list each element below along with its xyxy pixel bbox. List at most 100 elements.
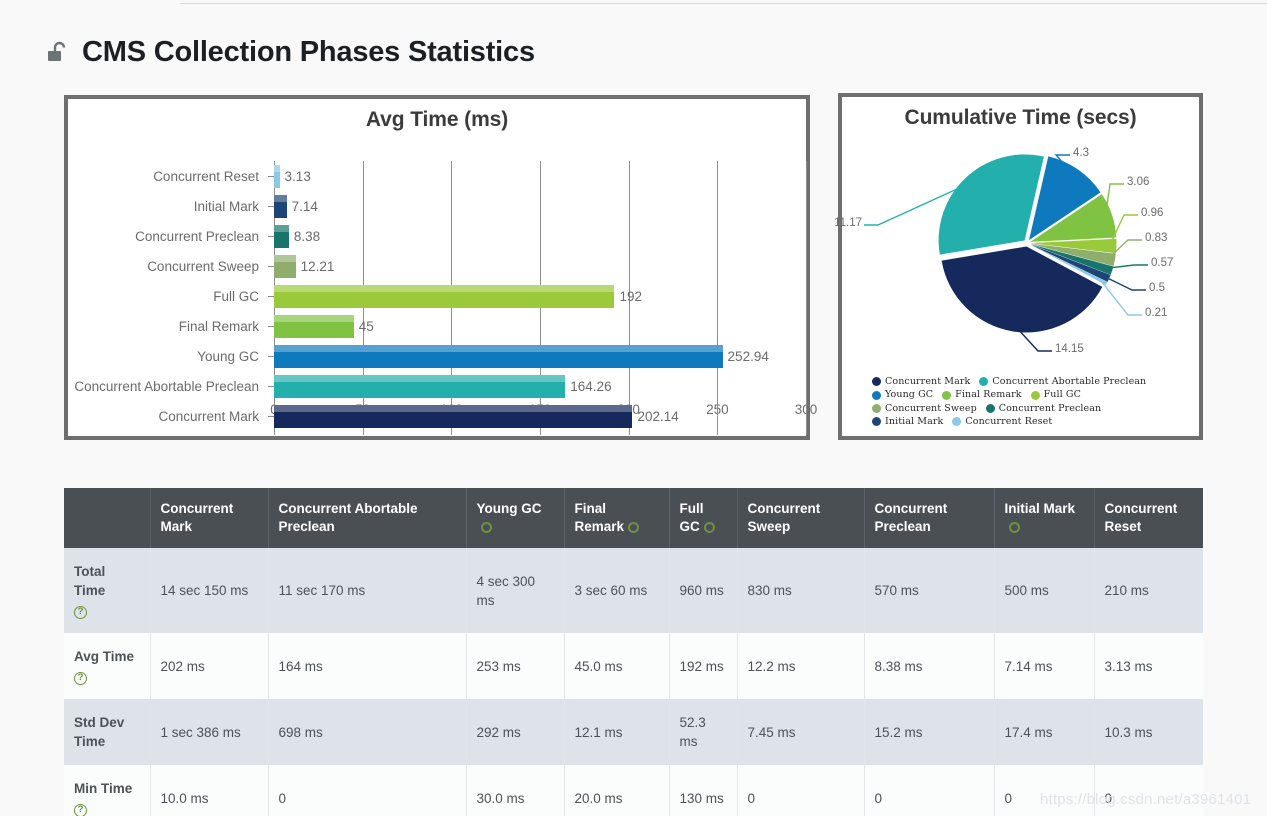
column-header-label: Concurrent Abortable Preclean — [278, 501, 418, 534]
help-icon[interactable]: ? — [74, 804, 87, 816]
bar[interactable] — [274, 404, 633, 428]
table-cell: 11 sec 170 ms — [268, 548, 467, 633]
table-column-header[interactable]: Concurrent Abortable Preclean — [268, 488, 467, 548]
table-column-header[interactable]: Full GC — [669, 488, 738, 548]
legend-item[interactable]: Concurrent Preclean — [985, 402, 1102, 415]
pie-value-label: 0.5 — [1149, 282, 1165, 294]
column-header-label: Concurrent Reset — [1104, 501, 1178, 534]
pie-svg — [864, 154, 1148, 352]
table-column-header[interactable]: Concurrent Reset — [1094, 488, 1203, 548]
bar-row[interactable]: Concurrent Preclean 8.38 — [68, 221, 806, 251]
table-cell: 830 ms — [737, 548, 865, 633]
status-circle-icon — [628, 521, 640, 533]
table-column-header[interactable]: Young GC — [466, 488, 565, 548]
table-cell: 192 ms — [669, 633, 738, 699]
column-header-label: Concurrent Preclean — [874, 501, 948, 534]
legend-line: Young GC Final Remark Full GC — [872, 388, 1192, 401]
bar-row[interactable]: Young GC 252.94 — [68, 341, 806, 371]
bar-category-label: Final Remark — [178, 318, 259, 334]
legend-item[interactable]: Concurrent Sweep — [872, 402, 977, 415]
pie-slice[interactable] — [938, 154, 1044, 255]
bar[interactable] — [274, 254, 296, 278]
bar[interactable] — [274, 344, 723, 368]
table-cell: 164 ms — [268, 633, 467, 699]
bar[interactable] — [274, 284, 615, 308]
bar-value-label: 164.26 — [570, 378, 612, 394]
unlock-icon[interactable] — [46, 40, 72, 66]
pie-value-label: 0.83 — [1145, 232, 1168, 244]
legend-line: Concurrent Sweep Concurrent Preclean — [872, 402, 1192, 415]
bar-row[interactable]: Initial Mark 7.14 — [68, 191, 806, 221]
table-row: Min Time? 10.0 ms 0 30.0 ms 20.0 ms 130 ms 0 0 0… — [64, 765, 1203, 816]
bar-row[interactable]: Concurrent Reset 3.13 — [68, 161, 806, 191]
legend-line: Initial Mark Concurrent Reset — [872, 415, 1192, 428]
legend-item[interactable]: Young GC — [872, 388, 933, 401]
help-icon[interactable]: ? — [74, 672, 87, 685]
table-row-label: Std Dev Time — [64, 699, 151, 765]
table-cell: 500 ms — [994, 548, 1095, 633]
bar-category-label: Concurrent Preclean — [135, 228, 259, 244]
phase-statistics-table: Concurrent Mark Concurrent Abortable Prec… — [64, 488, 1203, 816]
table-cell: 30.0 ms — [466, 765, 565, 816]
legend-label: Concurrent Sweep — [885, 402, 977, 414]
bar[interactable] — [274, 164, 280, 188]
table-column-header[interactable]: Concurrent Mark — [150, 488, 269, 548]
bar-row[interactable]: Concurrent Abortable Preclean 164.26 — [68, 371, 806, 401]
legend-item[interactable]: Concurrent Mark — [872, 375, 970, 388]
table-row-label: Min Time? — [64, 765, 151, 816]
legend-color-swatch-icon — [1030, 390, 1040, 400]
help-icon[interactable]: ? — [74, 606, 87, 619]
table-cell: 3 sec 60 ms — [564, 548, 670, 633]
legend-label: Concurrent Preclean — [998, 402, 1102, 414]
table-row: Std Dev Time 1 sec 386 ms 698 ms 292 ms 12.1… — [64, 699, 1203, 765]
row-label-text: Avg Time — [74, 649, 135, 664]
table-cell: 202 ms — [150, 633, 269, 699]
table-cell: 15.2 ms — [864, 699, 995, 765]
column-header-label: Final Remark — [574, 501, 625, 534]
bar-category-label: Concurrent Sweep — [147, 258, 259, 274]
row-label-text: Total Time — [74, 564, 106, 598]
legend-item[interactable]: Concurrent Abortable Preclean — [979, 375, 1146, 388]
legend-color-swatch-icon — [872, 377, 881, 387]
avg-time-chart-title: Avg Time (ms) — [365, 108, 509, 131]
cumulative-time-pie-plot: 14.15 11.17 4.3 3.06 0.96 0.83 0.57 0.5 0.21 — [834, 133, 1199, 368]
table-column-header[interactable]: Final Remark — [564, 488, 670, 548]
column-header-label: Concurrent Sweep — [747, 501, 821, 534]
table-column-header[interactable]: Initial Mark — [994, 488, 1095, 548]
table-cell: 0 — [268, 765, 467, 816]
bar-value-label: 252.94 — [727, 348, 769, 364]
legend-color-swatch-icon — [872, 390, 881, 400]
bar-row[interactable]: Full GC 192 — [68, 281, 806, 311]
legend-item[interactable]: Concurrent Reset — [952, 415, 1052, 428]
bar-value-label: 45 — [358, 318, 374, 334]
pie-leader-line — [1100, 279, 1142, 316]
bar-value-label: 202.14 — [637, 408, 679, 424]
legend-item[interactable]: Final Remark — [942, 388, 1021, 401]
bar-track: 192 — [274, 281, 806, 311]
bar[interactable] — [274, 314, 354, 338]
bar[interactable] — [274, 224, 289, 248]
bar-row[interactable]: Final Remark 45 — [68, 311, 806, 341]
table-row-label: Avg Time? — [64, 633, 151, 699]
table-header: Concurrent Mark Concurrent Abortable Prec… — [64, 488, 1203, 548]
table-corner-header — [64, 488, 151, 548]
legend-label: Final Remark — [955, 389, 1022, 401]
table-cell: 253 ms — [466, 633, 565, 699]
table-cell: 292 ms — [466, 699, 565, 765]
page-root: CMS Collection Phases Statistics Avg Tim… — [0, 0, 1267, 816]
bar-category-label: Initial Mark — [193, 198, 259, 214]
page-header: CMS Collection Phases Statistics — [46, 38, 535, 67]
bar-row[interactable]: Concurrent Sweep 12.21 — [68, 251, 806, 281]
bar[interactable] — [274, 194, 287, 218]
table-column-header[interactable]: Concurrent Sweep — [737, 488, 865, 548]
table-header-row: Concurrent Mark Concurrent Abortable Prec… — [64, 488, 1203, 548]
bar-category-label: Concurrent Reset — [153, 168, 259, 184]
table-cell: 4 sec 300 ms — [466, 548, 565, 633]
legend-item[interactable]: Initial Mark — [872, 415, 943, 428]
table-column-header[interactable]: Concurrent Preclean — [864, 488, 995, 548]
bar[interactable] — [274, 374, 566, 398]
legend-color-swatch-icon — [942, 390, 952, 400]
legend-item[interactable]: Full GC — [1030, 388, 1081, 401]
column-header-label: Young GC — [476, 501, 542, 516]
page-title: CMS Collection Phases Statistics — [82, 36, 535, 68]
